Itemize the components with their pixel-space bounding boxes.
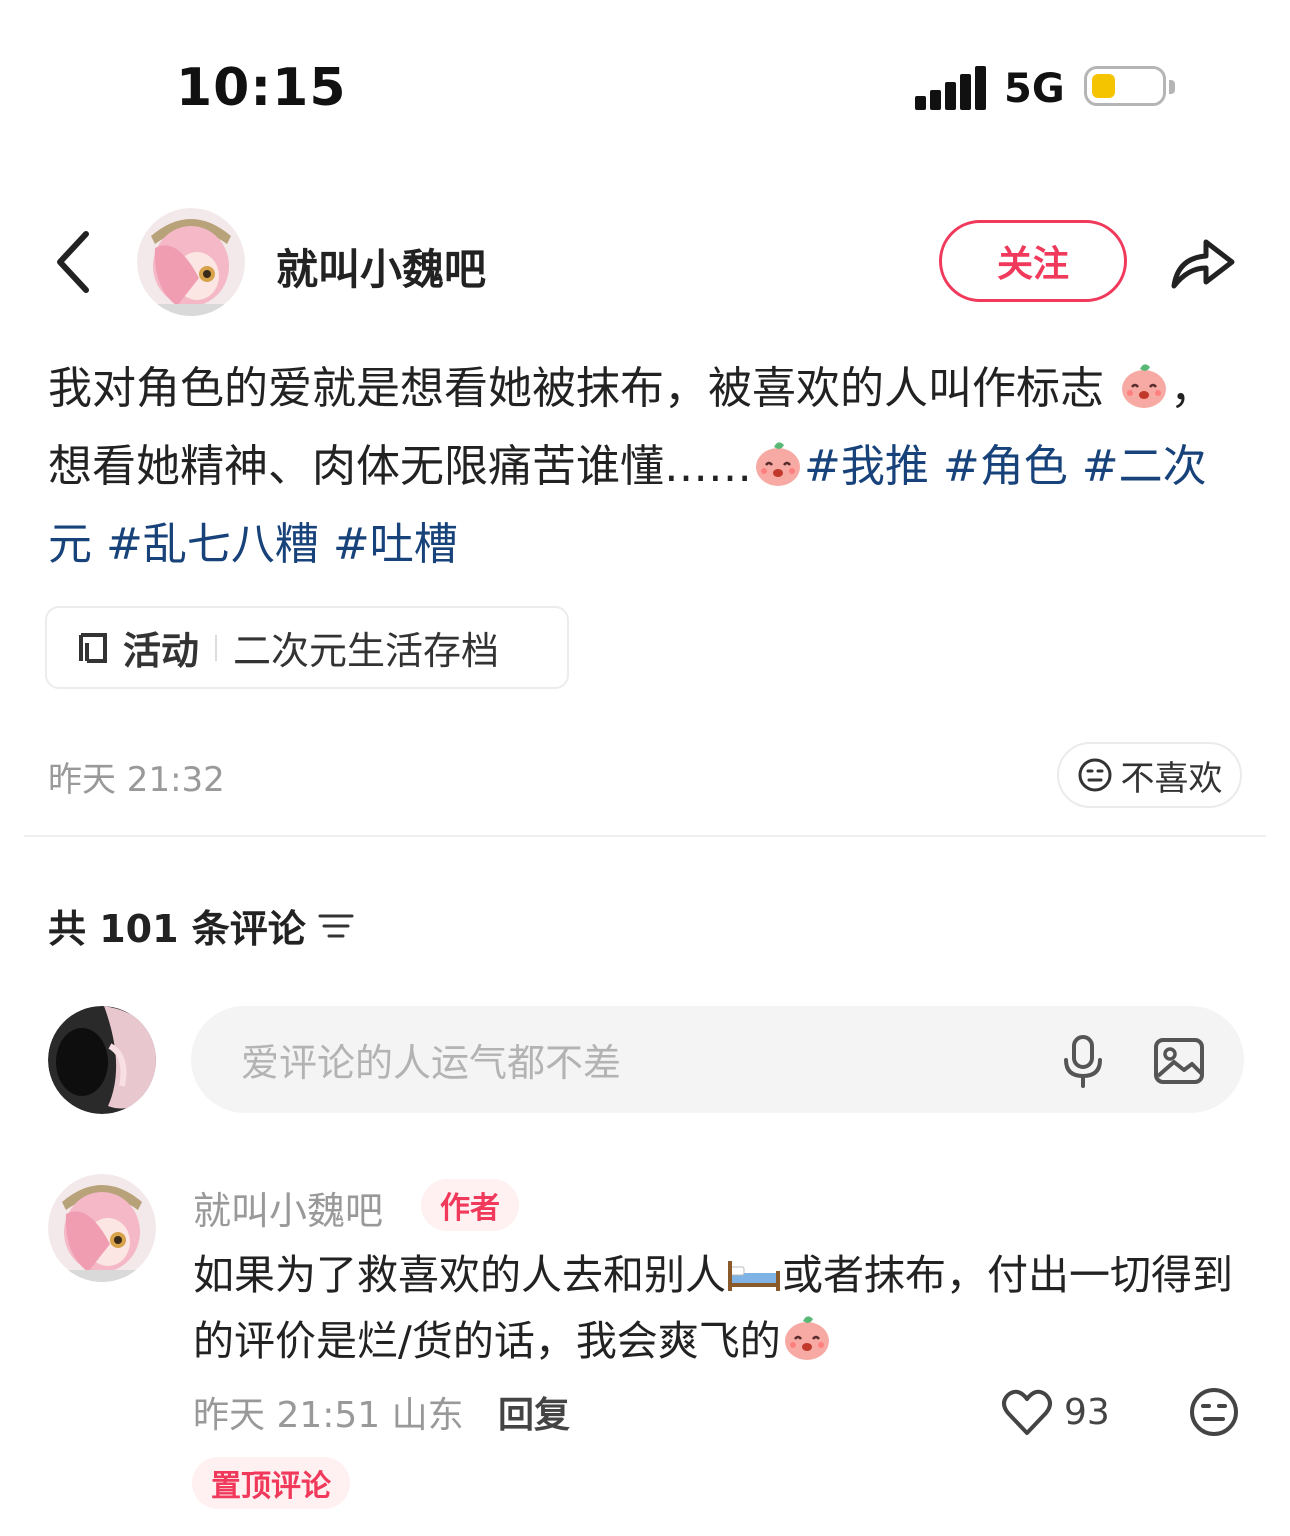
author-badge: 作者 bbox=[421, 1179, 519, 1231]
blush-face-emoji-icon bbox=[784, 1316, 829, 1360]
follow-button[interactable]: 关注 bbox=[939, 220, 1127, 302]
share-button[interactable] bbox=[1166, 224, 1240, 298]
author-avatar[interactable] bbox=[137, 208, 245, 316]
activity-label: 活动 bbox=[123, 629, 200, 673]
share-icon bbox=[1171, 239, 1235, 289]
network-type: 5G bbox=[1004, 66, 1065, 112]
heart-icon bbox=[1002, 1389, 1052, 1435]
pinned-badge: 置顶评论 bbox=[192, 1457, 350, 1509]
comment-text: 如果为了救喜欢的人去和别人 或者抹布，付出一切得到的评价是烂/货的话，我会爽飞的 bbox=[193, 1242, 1253, 1374]
chevron-left-icon bbox=[57, 231, 89, 293]
status-bar: 10:15 5G bbox=[0, 0, 1290, 170]
comment-input-placeholder: 爱评论的人运气都不差 bbox=[241, 1041, 622, 1085]
comment-text-part1: 如果为了救喜欢的人去和别人 bbox=[193, 1251, 726, 1299]
voice-input-button[interactable] bbox=[1058, 1034, 1108, 1088]
activity-icon bbox=[79, 632, 107, 663]
dislike-label: 不喜欢 bbox=[1120, 758, 1223, 799]
sort-icon bbox=[318, 914, 354, 938]
hashtag-link[interactable]: #我推 bbox=[804, 441, 929, 492]
commenter-name[interactable]: 就叫小魏吧 bbox=[193, 1180, 383, 1235]
reply-button[interactable]: 回复 bbox=[498, 1386, 570, 1438]
neutral-face-icon bbox=[1078, 758, 1111, 792]
blush-face-emoji-icon bbox=[756, 442, 800, 486]
chip-divider bbox=[215, 634, 218, 661]
comment-count: 共 101 条评论 bbox=[48, 907, 306, 951]
comment-meta: 昨天 21:51 山东 bbox=[193, 1395, 464, 1436]
like-button[interactable]: 93 bbox=[1000, 1384, 1120, 1440]
microphone-icon bbox=[1064, 1035, 1102, 1088]
my-avatar bbox=[48, 1006, 156, 1114]
activity-chip[interactable]: 活动 二次元生活存档 bbox=[45, 606, 569, 689]
hashtag-link[interactable]: #吐槽 bbox=[333, 519, 458, 570]
bed-emoji-icon bbox=[728, 1261, 780, 1291]
neutral-face-icon bbox=[1190, 1388, 1238, 1436]
image-upload-button[interactable] bbox=[1152, 1034, 1206, 1088]
signal-icon bbox=[915, 66, 986, 110]
author-name[interactable]: 就叫小魏吧 bbox=[276, 236, 486, 297]
hashtag-link[interactable]: #乱七八糟 bbox=[106, 519, 319, 570]
post-content: 我对角色的爱就是想看她被抹布，被喜欢的人叫作标志 ，想看她精神、肉体无限痛苦谁懂… bbox=[48, 350, 1242, 584]
status-time: 10:15 bbox=[176, 58, 347, 118]
commenter-avatar[interactable] bbox=[48, 1174, 156, 1282]
dislike-button[interactable]: 不喜欢 bbox=[1057, 742, 1242, 808]
sort-button[interactable] bbox=[316, 906, 356, 946]
post-text-part1: 我对角色的爱就是想看她被抹布，被喜欢的人叫作标志 bbox=[48, 363, 1104, 414]
post-timestamp: 昨天 21:32 bbox=[48, 760, 225, 800]
hashtag-link[interactable]: #角色 bbox=[943, 441, 1068, 492]
comment-dislike-button[interactable] bbox=[1188, 1386, 1240, 1438]
blush-face-emoji-icon bbox=[1122, 364, 1166, 408]
section-divider bbox=[24, 835, 1266, 837]
activity-title: 二次元生活存档 bbox=[233, 629, 500, 673]
back-button[interactable] bbox=[46, 222, 106, 302]
avatar-image bbox=[137, 208, 245, 316]
avatar-image bbox=[48, 1006, 156, 1114]
avatar-image bbox=[48, 1174, 156, 1282]
like-count: 93 bbox=[1064, 1391, 1110, 1433]
battery-icon bbox=[1084, 66, 1175, 106]
image-icon bbox=[1154, 1038, 1204, 1084]
